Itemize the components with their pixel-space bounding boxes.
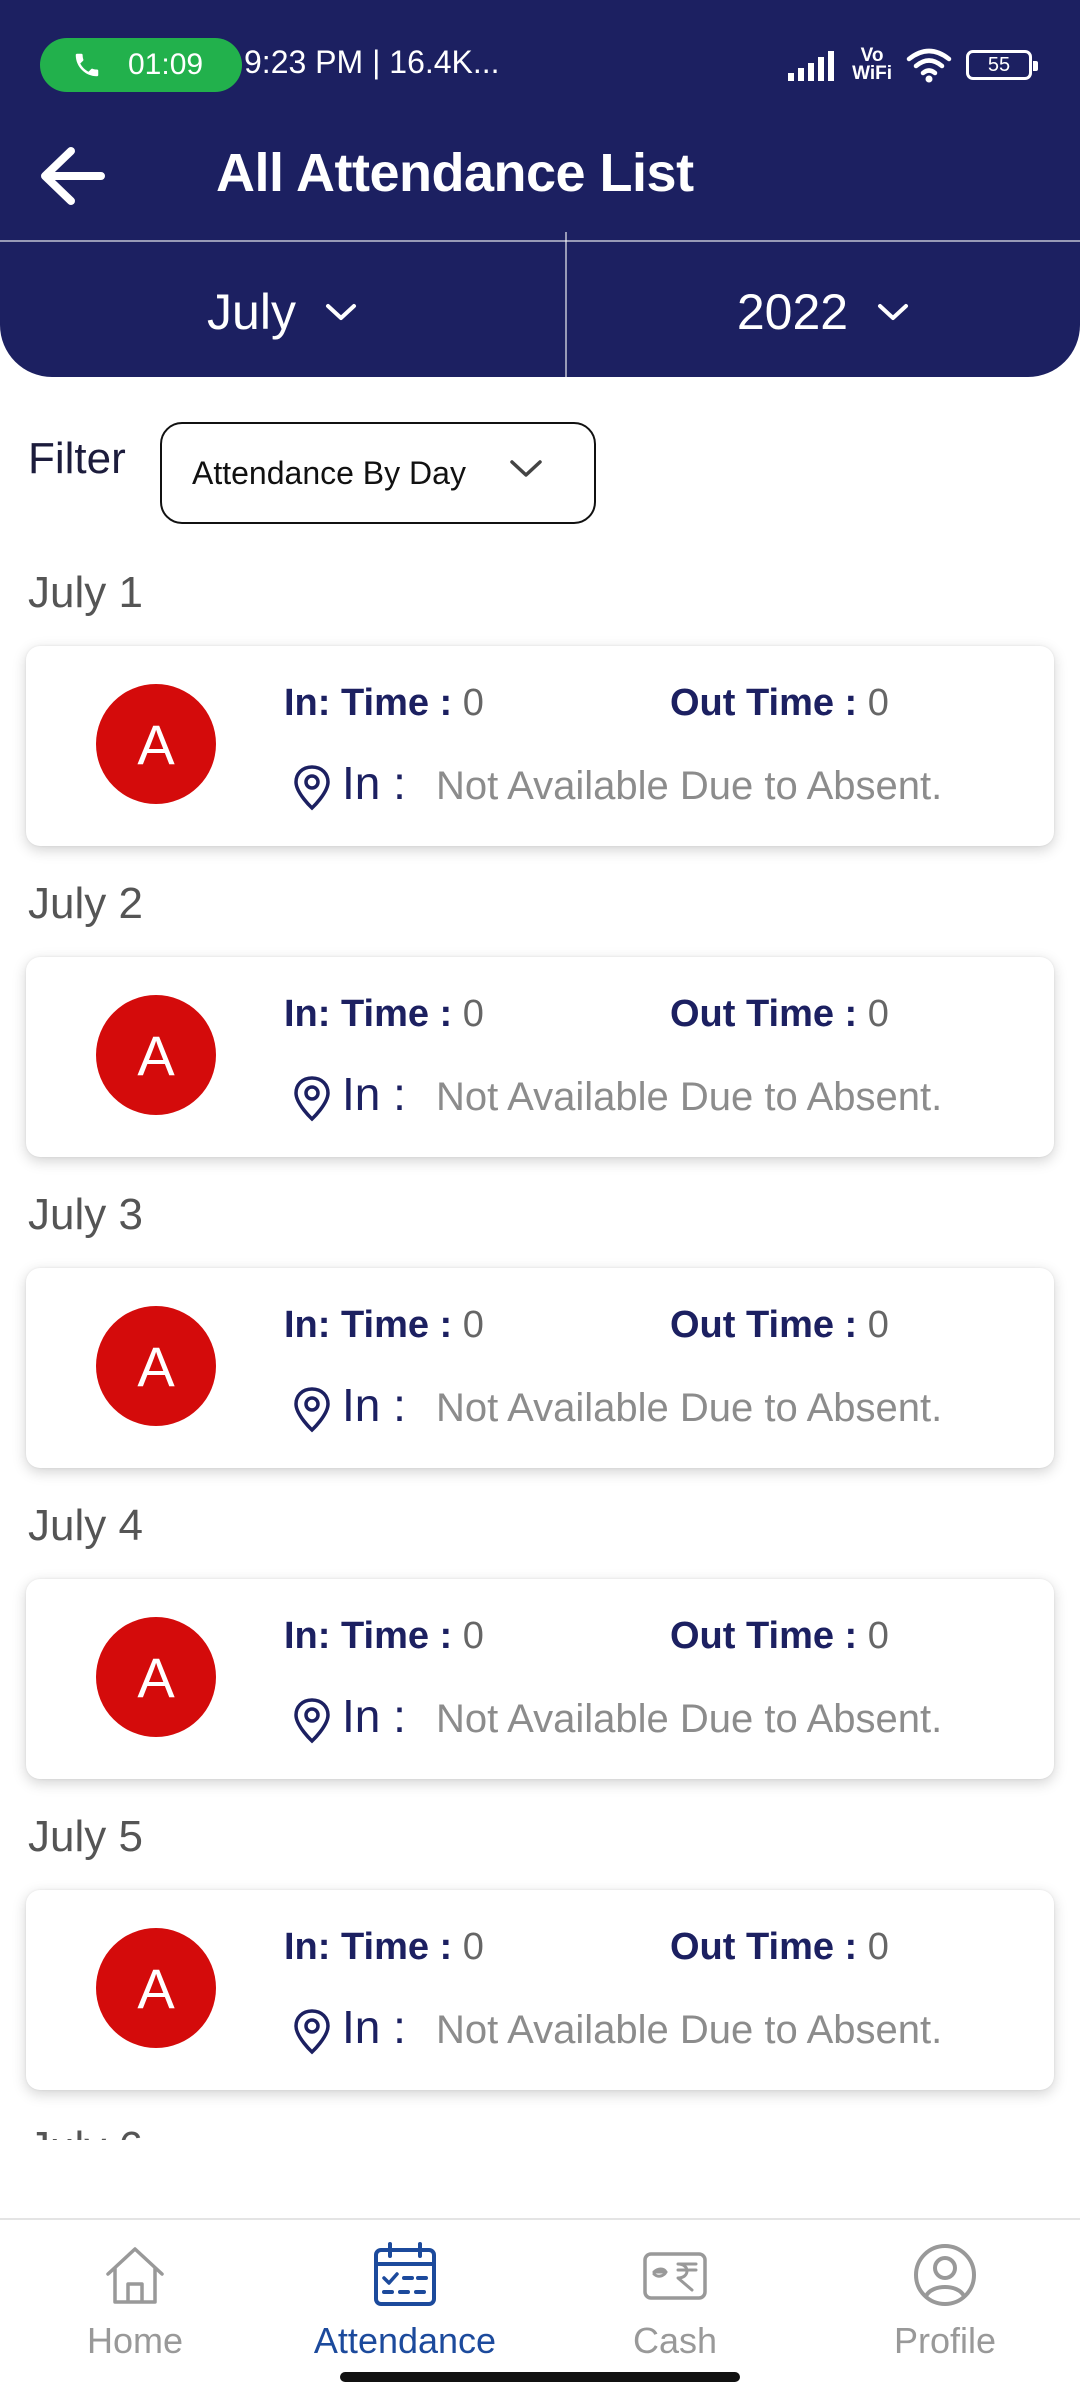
phone-icon bbox=[75, 53, 99, 77]
attendance-day: July 1 A In: Time : 0 Out Time : 0 In : … bbox=[0, 560, 1080, 871]
attendance-day: July 2 A In: Time : 0 Out Time : 0 In : … bbox=[0, 871, 1080, 1182]
day-date: July 5 bbox=[28, 1812, 143, 1861]
location-note: Not Available Due to Absent. bbox=[436, 2008, 943, 2052]
out-time: Out Time : 0 bbox=[670, 682, 889, 724]
month-value: July bbox=[207, 284, 296, 340]
status-bar: 01:09 9:23 PM | 16.4K... Vo WiFi 55 bbox=[0, 0, 1080, 120]
out-time: Out Time : 0 bbox=[670, 1304, 889, 1346]
back-button[interactable] bbox=[30, 134, 114, 218]
in-time: In: Time : 0 bbox=[284, 993, 484, 1035]
location-in-label: In : bbox=[342, 1068, 406, 1120]
location-in-label: In : bbox=[342, 757, 406, 809]
out-time: Out Time : 0 bbox=[670, 1615, 889, 1657]
location-pin-icon bbox=[294, 2009, 330, 2055]
nav-item-attendance[interactable]: Attendance bbox=[270, 2240, 540, 2370]
absent-badge: A bbox=[96, 1617, 216, 1737]
in-time: In: Time : 0 bbox=[284, 1304, 484, 1346]
location-in-label: In : bbox=[342, 2001, 406, 2053]
day-date: July 3 bbox=[28, 1190, 143, 1239]
in-time: In: Time : 0 bbox=[284, 1615, 484, 1657]
nav-label-home: Home bbox=[86, 2320, 184, 2361]
in-time: In: Time : 0 bbox=[284, 682, 484, 724]
location-pin-icon bbox=[294, 1698, 330, 1744]
attendance-card[interactable]: A In: Time : 0 Out Time : 0 In : Not Ava… bbox=[26, 1268, 1054, 1468]
out-time: Out Time : 0 bbox=[670, 1926, 889, 1968]
day-date: July 2 bbox=[28, 879, 143, 928]
location-in-label: In : bbox=[342, 1379, 406, 1431]
attendance-card[interactable]: A In: Time : 0 Out Time : 0 In : Not Ava… bbox=[26, 957, 1054, 1157]
absent-badge: A bbox=[96, 1306, 216, 1426]
home-icon bbox=[106, 2247, 164, 2304]
page-title: All Attendance List bbox=[216, 143, 694, 203]
attendance-day: July 6 bbox=[0, 2115, 1080, 2140]
attendance-day: July 3 A In: Time : 0 Out Time : 0 In : … bbox=[0, 1182, 1080, 1493]
signal-icon bbox=[788, 51, 835, 81]
absent-badge: A bbox=[96, 995, 216, 1115]
day-date: July 4 bbox=[28, 1501, 143, 1550]
location-pin-icon bbox=[294, 1076, 330, 1122]
nav-label-attendance: Attendance bbox=[313, 2320, 497, 2361]
month-selector[interactable]: July bbox=[0, 262, 565, 362]
filter-dropdown[interactable]: Attendance By Day bbox=[160, 422, 596, 524]
status-info-text: 9:23 PM | 16.4K... bbox=[244, 44, 500, 80]
nav-item-profile[interactable]: Profile bbox=[810, 2240, 1080, 2370]
location-note: Not Available Due to Absent. bbox=[436, 1386, 943, 1430]
arrow-left-icon bbox=[41, 147, 105, 205]
absent-badge: A bbox=[96, 1928, 216, 2048]
location-note: Not Available Due to Absent. bbox=[436, 1697, 943, 1741]
rupee-wallet-icon bbox=[643, 2252, 707, 2300]
attendance-day: July 4 A In: Time : 0 Out Time : 0 In : … bbox=[0, 1493, 1080, 1804]
home-indicator[interactable] bbox=[340, 2372, 740, 2382]
location-in-label: In : bbox=[342, 1690, 406, 1742]
wifi-icon bbox=[906, 48, 952, 83]
nav-item-cash[interactable]: Cash bbox=[540, 2240, 810, 2370]
attendance-card[interactable]: A In: Time : 0 Out Time : 0 In : Not Ava… bbox=[26, 1890, 1054, 2090]
battery-icon: 55 bbox=[966, 50, 1038, 80]
chevron-down-icon bbox=[510, 460, 542, 477]
app-header: 01:09 9:23 PM | 16.4K... Vo WiFi 55 All … bbox=[0, 0, 1080, 377]
chevron-down-icon bbox=[325, 304, 356, 320]
chevron-down-icon bbox=[878, 304, 909, 320]
app-bar: All Attendance List bbox=[0, 120, 1080, 240]
call-timer: 01:09 bbox=[128, 48, 204, 81]
ongoing-call-pill[interactable]: 01:09 bbox=[40, 38, 242, 92]
attendance-day: July 5 A In: Time : 0 Out Time : 0 In : … bbox=[0, 1804, 1080, 2115]
nav-item-home[interactable]: Home bbox=[0, 2240, 270, 2370]
attendance-card[interactable]: A In: Time : 0 Out Time : 0 In : Not Ava… bbox=[26, 646, 1054, 846]
location-pin-icon bbox=[294, 1387, 330, 1433]
attendance-card[interactable]: A In: Time : 0 Out Time : 0 In : Not Ava… bbox=[26, 1579, 1054, 1779]
battery-level: 55 bbox=[987, 53, 1011, 76]
year-selector[interactable]: 2022 bbox=[567, 262, 1080, 362]
location-note: Not Available Due to Absent. bbox=[436, 1075, 943, 1119]
calendar-check-icon bbox=[374, 2242, 436, 2306]
attendance-list[interactable]: July 1 A In: Time : 0 Out Time : 0 In : … bbox=[0, 560, 1080, 2140]
location-pin-icon bbox=[294, 765, 330, 811]
header-divider bbox=[0, 240, 1080, 242]
day-date: July 1 bbox=[28, 568, 143, 617]
status-icons: Vo WiFi 55 bbox=[788, 40, 1038, 90]
absent-badge: A bbox=[96, 684, 216, 804]
nav-label-profile: Profile bbox=[893, 2320, 997, 2361]
filter-label: Filter bbox=[28, 434, 126, 483]
nav-label-cash: Cash bbox=[632, 2320, 718, 2361]
location-note: Not Available Due to Absent. bbox=[436, 764, 943, 808]
vowifi-icon: Vo WiFi bbox=[852, 45, 892, 84]
in-time: In: Time : 0 bbox=[284, 1926, 484, 1968]
out-time: Out Time : 0 bbox=[670, 993, 889, 1035]
user-circle-icon bbox=[914, 2244, 976, 2306]
filter-selected-value: Attendance By Day bbox=[192, 454, 466, 491]
day-date: July 6 bbox=[28, 2123, 143, 2140]
year-value: 2022 bbox=[736, 284, 849, 340]
